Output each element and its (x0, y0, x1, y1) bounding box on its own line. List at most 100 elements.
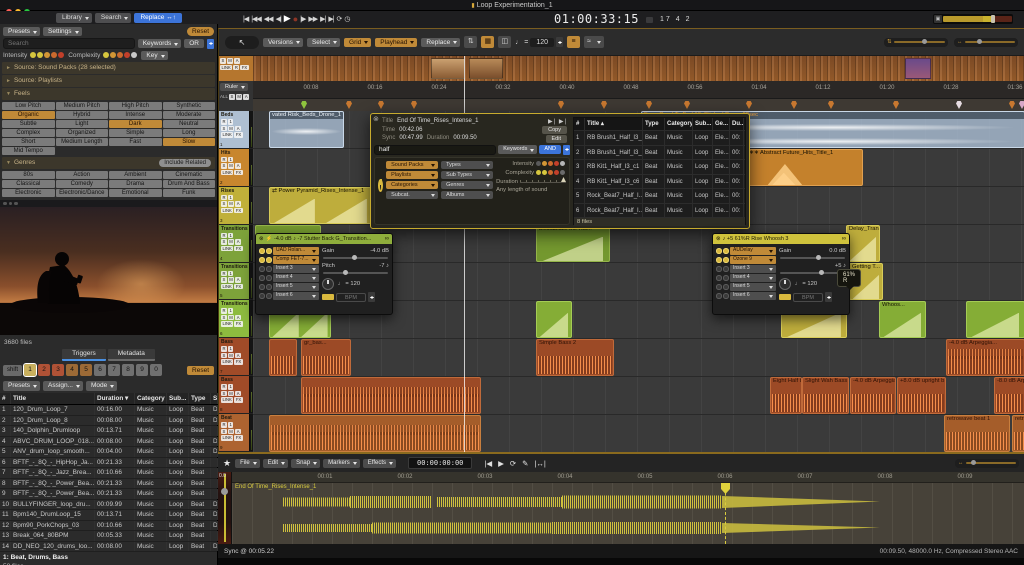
feel-filter-button[interactable]: Synthetic (163, 102, 216, 110)
clip[interactable] (269, 415, 481, 452)
power-icon[interactable] (716, 266, 722, 272)
feel-filter-button[interactable]: Light (56, 120, 109, 128)
clip[interactable]: retrowave be... (1012, 415, 1024, 452)
filter-dropdown[interactable]: Sound Packs (386, 161, 438, 169)
link-button[interactable]: LINK (221, 435, 233, 441)
vertical-zoom-slider[interactable]: ⇅ (884, 38, 948, 47)
fx-button[interactable]: FX (234, 435, 242, 441)
editor-menu-dropdown[interactable]: File (235, 459, 260, 468)
record-enable-button[interactable]: R (221, 119, 227, 125)
power-icon[interactable] (378, 179, 383, 192)
file-row[interactable]: 2120_Drum_Loop_800:08.00MusicLoopBeatD (0, 416, 217, 427)
editor-time-ruler[interactable]: 00:0100:0200:0300:0400:0500:0600:0700:08… (232, 472, 1024, 483)
search-input[interactable] (3, 38, 135, 49)
fx-button[interactable]: FX (234, 208, 242, 214)
gain-slider[interactable] (780, 257, 845, 259)
track-header[interactable]: Rises R1 SMA LINKFX 3 (219, 187, 253, 225)
intensity-dot[interactable] (554, 161, 559, 166)
clip[interactable]: ⇄ Power Pyramid_Rises_Intense_1 (269, 187, 373, 224)
mode-dropdown[interactable]: Mode (86, 381, 117, 391)
source-section-header[interactable]: ►Source: Sound Packs (28 selected) (2, 62, 215, 74)
marker-pin[interactable] (684, 101, 690, 109)
editor-transport-button[interactable]: |↔| (534, 459, 545, 468)
clip[interactable]: -4.0 dB Arpeggia... (946, 339, 1024, 376)
feel-filter-button[interactable]: Long (163, 129, 216, 137)
clip[interactable]: ∗∗ Abstract Future_Hits_Title_1 (746, 149, 863, 186)
trigger-key-button[interactable]: 3 (52, 364, 64, 376)
intensity-dot[interactable] (44, 52, 50, 58)
record-enable-button[interactable]: R (221, 384, 227, 390)
clip[interactable]: Eight Half Bass (770, 377, 802, 414)
power-icon[interactable] (259, 275, 265, 281)
transport-button[interactable]: ◀| (276, 15, 281, 23)
marker-pin[interactable] (346, 101, 352, 109)
file-row[interactable]: 10BULLYFINGER_loop_dru...00:09.99MusicLo… (0, 500, 217, 511)
feel-filter-button[interactable]: Moderate (163, 111, 216, 119)
popup-keywords-dropdown[interactable]: Keywords (498, 145, 537, 154)
intensity-dot[interactable] (58, 52, 64, 58)
pointer-tool-button[interactable]: ↖ (225, 36, 259, 49)
power-icon[interactable] (259, 293, 265, 299)
insert-plugin-dropdown[interactable]: Comp FET-7... (273, 256, 319, 264)
arm-button[interactable]: A (235, 201, 241, 207)
complexity-dot[interactable] (110, 52, 116, 58)
mute-button[interactable]: M (228, 201, 235, 207)
edit-icon[interactable] (266, 257, 272, 263)
genre-filter-button[interactable]: Electronic/Dance (56, 189, 109, 197)
favorite-icon[interactable]: ★ (223, 458, 231, 469)
input-selector[interactable]: 1 (228, 346, 233, 352)
marker-pin[interactable] (956, 101, 962, 109)
close-icon[interactable]: ⊗ (716, 236, 721, 242)
marker-pin[interactable] (601, 101, 607, 109)
fx-button[interactable]: FX (234, 132, 242, 138)
genre-filter-button[interactable]: Funk (163, 189, 216, 197)
marker-pin[interactable] (378, 101, 384, 109)
mute-button[interactable]: M (228, 163, 235, 169)
fx-button[interactable]: FX (234, 321, 242, 327)
file-row[interactable]: 11Bpm140_DrumLoop_1500:13.71MusicLoopBea… (0, 510, 217, 521)
pitch-slider[interactable] (323, 272, 388, 274)
record-enable-button[interactable]: R (221, 308, 227, 314)
transport-button[interactable]: ▶ (284, 13, 290, 24)
power-icon[interactable] (716, 293, 722, 299)
power-icon[interactable] (259, 248, 265, 254)
tab-triggers[interactable]: Triggers (62, 349, 106, 361)
input-selector[interactable]: 1 (228, 119, 233, 125)
bpm-stepper-icon[interactable] (825, 292, 832, 302)
genre-filter-button[interactable]: 80s (2, 171, 55, 179)
genre-filter-button[interactable]: Drama (109, 180, 162, 188)
tempo-value[interactable]: 120 (530, 38, 554, 47)
marker-pin[interactable] (301, 101, 307, 109)
bpm-stepper-icon[interactable] (368, 292, 375, 302)
insert-plugin-dropdown[interactable]: Insert 6 (273, 292, 319, 300)
feel-filter-button[interactable]: Dark (109, 120, 162, 128)
time-ruler[interactable]: 00:0800:1600:2400:3200:4000:4800:5601:04… (253, 81, 1024, 99)
fx-button[interactable]: FX (240, 65, 248, 71)
results-header[interactable]: #Title ▴TypeCategorySub...Ge...Du... (574, 118, 745, 131)
insert-plugin-dropdown[interactable]: Ozone 9 (730, 256, 776, 264)
track-header[interactable]: Beds R1 SMA LINKFX 1 (219, 111, 253, 149)
arm-button[interactable]: A (235, 277, 241, 283)
solo-button[interactable]: S (221, 277, 227, 283)
power-icon[interactable] (716, 284, 722, 290)
mute-button[interactable]: M (228, 429, 235, 435)
input-selector[interactable]: 1 (228, 271, 233, 277)
genre-filter-button[interactable]: Ambient (109, 171, 162, 179)
editor-menu-dropdown[interactable]: Markers (323, 459, 360, 468)
feel-filter-button[interactable]: Intense (109, 111, 162, 119)
replace-dropdown[interactable]: Replace (421, 38, 460, 47)
fx-button[interactable]: FX (234, 170, 242, 176)
pitch-slider[interactable] (780, 272, 845, 274)
grid-snap-icon[interactable]: ▦ (481, 36, 494, 48)
intensity-dot[interactable] (542, 161, 547, 166)
mute-button[interactable]: M (228, 277, 235, 283)
close-icon[interactable]: ⊗ (259, 236, 264, 242)
edit-button[interactable]: Edit (546, 135, 567, 143)
feels-section-header[interactable]: ▼Feels (2, 88, 215, 100)
trigger-key-button[interactable]: 1 (24, 364, 36, 376)
clip[interactable]: Simple Bass 2 (536, 339, 614, 376)
complexity-dot[interactable] (131, 52, 137, 58)
feel-filter-button[interactable]: Organized (56, 129, 109, 137)
marker-pin[interactable] (411, 101, 417, 109)
mute-button[interactable]: M (228, 239, 235, 245)
